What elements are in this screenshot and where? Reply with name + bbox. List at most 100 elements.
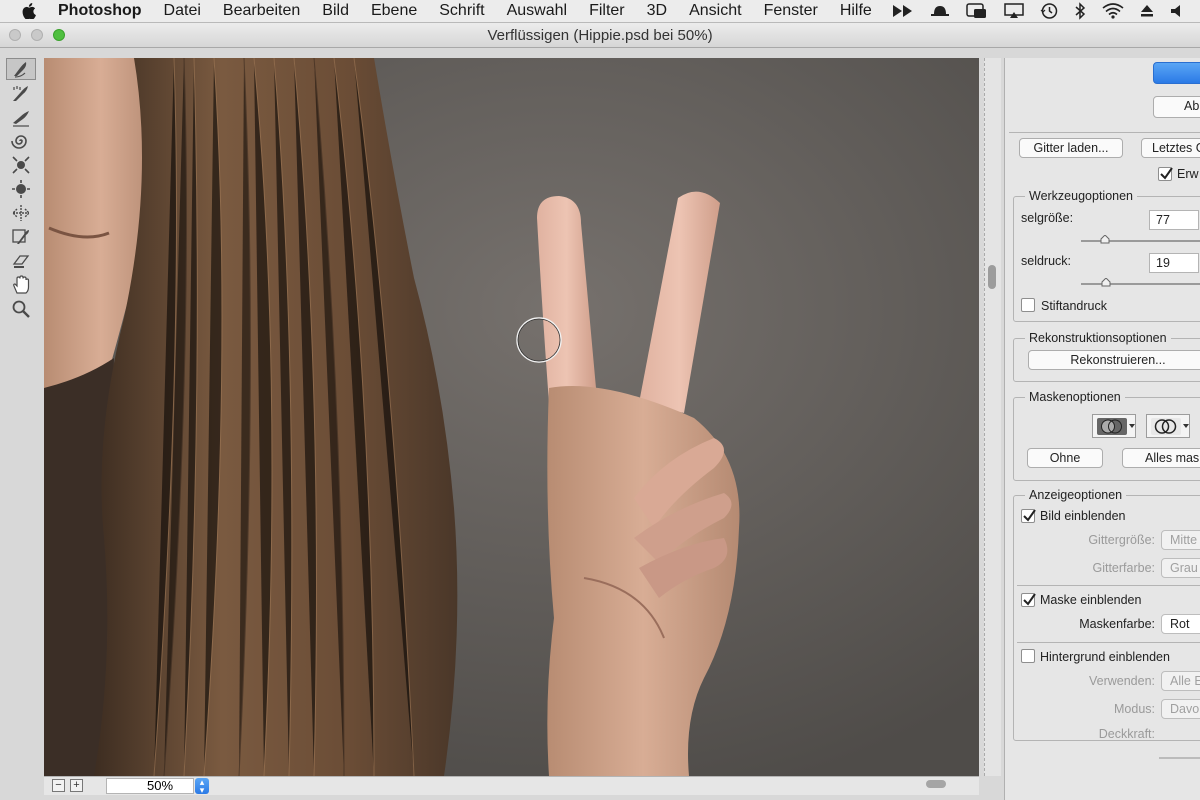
eject-icon[interactable] (1140, 4, 1154, 18)
reconstruct-tool[interactable] (6, 82, 36, 104)
mask-union-icon (1151, 418, 1189, 435)
menu-bar: Photoshop Datei Bearbeiten Bild Ebene Sc… (0, 0, 1200, 23)
menu-datei[interactable]: Datei (164, 2, 201, 20)
push-left-tool[interactable] (6, 202, 36, 224)
time-machine-icon[interactable] (1040, 2, 1058, 20)
hand-tool[interactable] (6, 274, 36, 296)
menu-bearbeiten[interactable]: Bearbeiten (223, 2, 300, 20)
mask-add-dropdown[interactable] (1146, 414, 1190, 438)
backdrop-use-select[interactable]: Alle E (1161, 671, 1200, 691)
menu-auswahl[interactable]: Auswahl (507, 2, 567, 20)
hat-icon[interactable] (930, 4, 950, 18)
brush-size-slider-thumb[interactable] (1100, 235, 1110, 244)
load-mesh-button[interactable]: Gitter laden... (1019, 138, 1123, 158)
cancel-button[interactable]: Ab (1153, 96, 1200, 118)
menu-ebene[interactable]: Ebene (371, 2, 417, 20)
pucker-icon (12, 156, 30, 174)
fast-forward-icon[interactable] (892, 4, 914, 18)
pucker-tool[interactable] (6, 154, 36, 176)
zoom-icon (12, 300, 30, 318)
checkmark-icon (1023, 509, 1036, 522)
freeze-mask-tool[interactable] (6, 226, 36, 248)
bloat-tool[interactable] (6, 178, 36, 200)
bloat-icon (12, 180, 30, 198)
brush-pressure-label: seldruck: (1021, 254, 1072, 268)
zoom-field[interactable]: 50% (106, 778, 194, 794)
brush-pressure-slider-thumb[interactable] (1101, 278, 1111, 287)
zoom-stepper[interactable]: ▴ ▾ (195, 778, 209, 795)
twirl-tool[interactable] (6, 130, 36, 152)
menu-fenster[interactable]: Fenster (764, 2, 818, 20)
backdrop-mode-label: Modus: (1114, 702, 1155, 716)
mask-all-button[interactable]: Alles mas (1122, 448, 1200, 468)
thaw-mask-icon (12, 255, 30, 268)
menu-app-name[interactable]: Photoshop (58, 2, 142, 20)
show-mask-label: Maske einblenden (1040, 593, 1142, 607)
mesh-color-select[interactable]: Grau (1161, 558, 1200, 578)
backdrop-opacity-label: Deckkraft: (1098, 727, 1155, 741)
menu-filter[interactable]: Filter (589, 2, 625, 20)
brush-pressure-slider[interactable] (1081, 283, 1200, 285)
volume-icon[interactable] (1170, 4, 1186, 18)
zoom-tool[interactable] (6, 298, 36, 320)
image-canvas[interactable] (44, 58, 979, 776)
thaw-mask-tool[interactable] (6, 250, 36, 272)
zoom-in-button[interactable]: + (70, 779, 83, 792)
mask-overlap-icon (1097, 418, 1135, 435)
show-backdrop-checkbox[interactable] (1021, 649, 1035, 663)
load-last-mesh-button[interactable]: Letztes G (1141, 138, 1200, 158)
menu-bild[interactable]: Bild (322, 2, 349, 20)
wifi-icon[interactable] (1102, 3, 1124, 19)
status-icons (892, 0, 1200, 22)
freeze-mask-icon (12, 229, 29, 244)
stylus-pressure-label: Stiftandruck (1041, 299, 1108, 313)
apple-icon[interactable] (22, 3, 42, 19)
reconstruct-icon (13, 86, 28, 101)
hand-icon (13, 275, 30, 294)
zoom-bar: − + 50% ▴ ▾ (44, 776, 979, 795)
show-backdrop-label: Hintergrund einblenden (1040, 650, 1170, 664)
show-mask-checkbox[interactable] (1021, 593, 1036, 607)
backdrop-opacity-slider[interactable] (1159, 757, 1200, 759)
menu-hilfe[interactable]: Hilfe (840, 2, 872, 20)
smooth-icon (13, 111, 29, 127)
mesh-size-select[interactable]: Mitte (1161, 530, 1200, 550)
twirl-icon (11, 135, 27, 149)
menu-3d[interactable]: 3D (647, 2, 667, 20)
mask-replace-dropdown[interactable] (1092, 414, 1136, 438)
vertical-scrollbar[interactable] (984, 58, 1001, 776)
mesh-color-label: Gitterfarbe: (1092, 561, 1155, 575)
brush-size-slider[interactable] (1081, 240, 1200, 242)
reconstruct-button[interactable]: Rekonstruieren... (1028, 350, 1200, 370)
forward-warp-icon (14, 62, 27, 78)
ok-button[interactable] (1153, 62, 1200, 84)
checkmark-icon (1160, 167, 1173, 180)
show-image-checkbox[interactable] (1021, 509, 1036, 523)
window-icon[interactable] (966, 3, 988, 19)
forward-warp-tool[interactable] (6, 58, 36, 80)
view-options-title: Anzeigeoptionen (1025, 488, 1127, 502)
advanced-mode-checkbox[interactable] (1158, 167, 1173, 181)
smooth-tool[interactable] (6, 106, 36, 128)
liquify-options-panel: Ab Gitter laden... Letztes G Erw Werkzeu… (1004, 58, 1200, 800)
brush-pressure-field[interactable]: 19 (1149, 253, 1199, 273)
zoom-out-button[interactable]: − (52, 779, 65, 792)
stylus-pressure-checkbox[interactable] (1021, 298, 1035, 312)
airplay-icon[interactable] (1004, 3, 1024, 19)
backdrop-mode-select[interactable]: Davor (1161, 699, 1200, 719)
photo-image (44, 58, 979, 776)
horizontal-scroll-thumb[interactable] (926, 780, 946, 788)
liquify-toolbox (6, 56, 36, 336)
menu-schrift[interactable]: Schrift (439, 2, 484, 20)
brush-size-field[interactable]: 77 (1149, 210, 1199, 230)
menu-ansicht[interactable]: Ansicht (689, 2, 741, 20)
window-titlebar: Verflüssigen (Hippie.psd bei 50%) (0, 23, 1200, 48)
mask-none-button[interactable]: Ohne (1027, 448, 1103, 468)
window-title: Verflüssigen (Hippie.psd bei 50%) (487, 27, 713, 44)
bluetooth-icon[interactable] (1074, 2, 1086, 20)
vertical-scroll-thumb[interactable] (988, 265, 996, 289)
brush-size-label: selgröße: (1021, 211, 1074, 225)
mask-color-select[interactable]: Rot (1161, 614, 1200, 634)
mask-color-label: Maskenfarbe: (1079, 617, 1155, 631)
mask-options-title: Maskenoptionen (1025, 390, 1125, 404)
